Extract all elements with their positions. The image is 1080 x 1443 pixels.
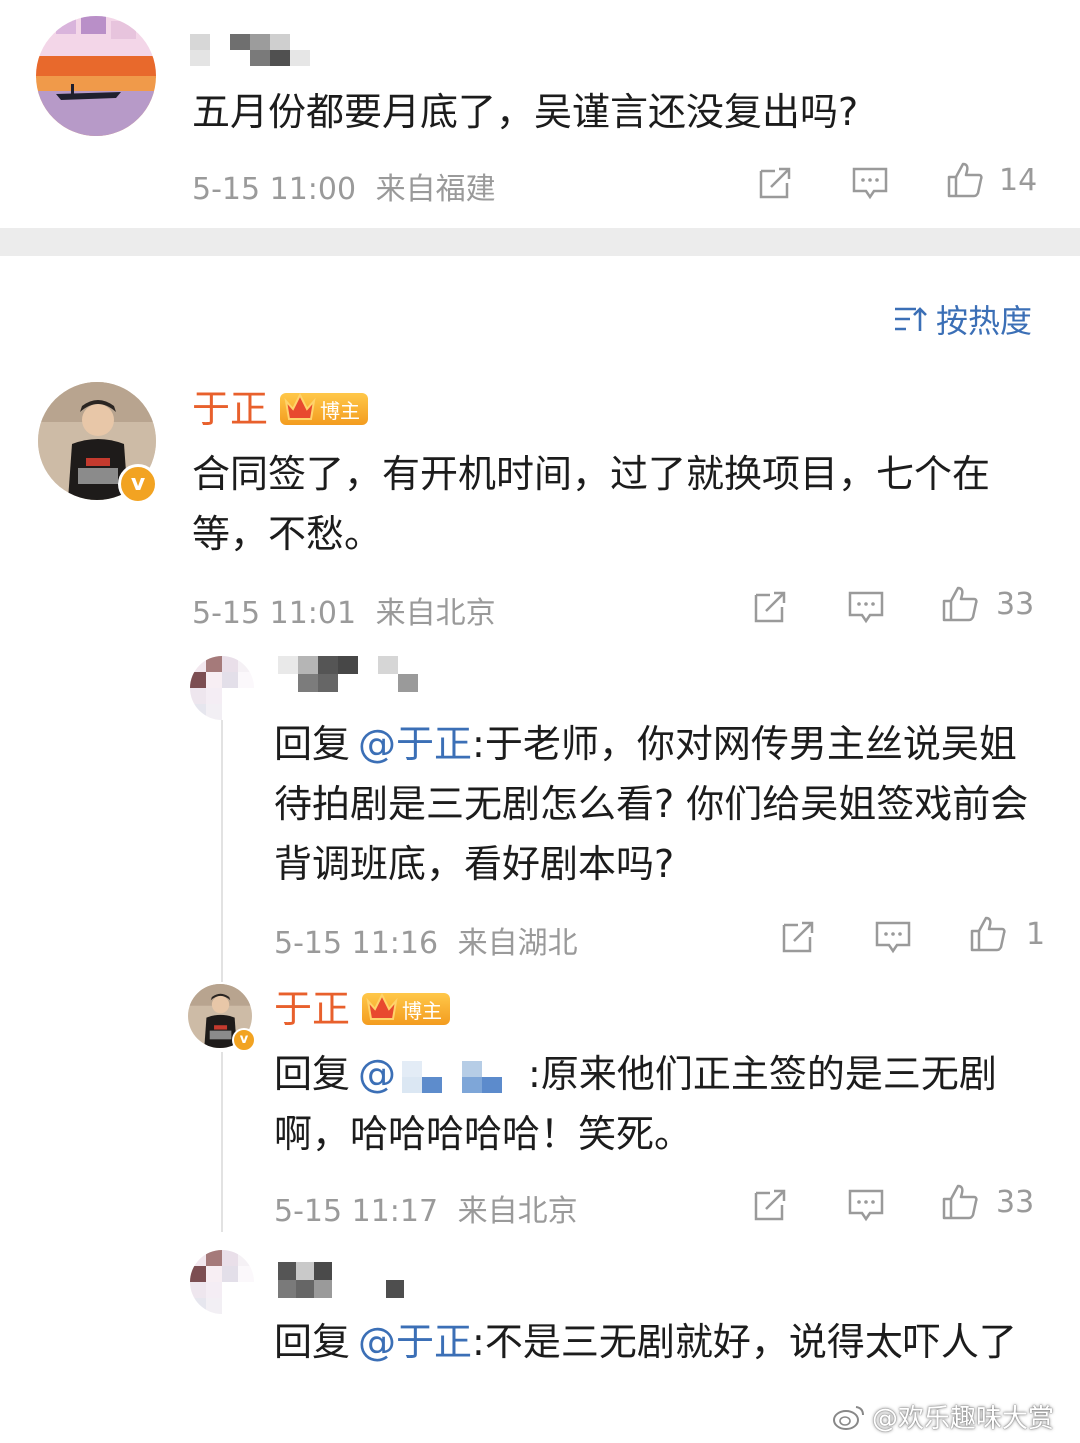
reply-button[interactable]	[850, 163, 890, 207]
comment-location: 来自福建	[375, 172, 496, 207]
sort-icon	[895, 307, 927, 331]
reply-button[interactable]	[846, 1185, 886, 1229]
like-button[interactable]: 14	[945, 160, 1037, 200]
reply-text: 回复 @于正:不是三无剧就好，说得太吓人了	[274, 1312, 1034, 1372]
sunset-avatar-image	[36, 16, 156, 136]
avatar[interactable]	[36, 16, 156, 136]
share-icon	[754, 1189, 786, 1221]
section-divider	[0, 228, 1080, 256]
blogger-badge: 博主	[280, 392, 369, 425]
blogger-badge-label: 博主	[320, 398, 361, 423]
reply-meta: 5-15 11:17 来自北京	[274, 1186, 578, 1230]
watermark-text: @欢乐趣味大赏	[872, 1404, 1055, 1434]
crown-icon	[366, 992, 398, 1020]
like-button[interactable]: 1	[968, 914, 1045, 954]
comment-location: 来自北京	[375, 596, 496, 631]
comment-icon	[848, 591, 884, 624]
reply-avatar[interactable]	[190, 656, 254, 720]
sort-label: 按热度	[936, 302, 1033, 340]
comment-icon	[848, 1189, 884, 1222]
mention-mosaic	[402, 1060, 523, 1093]
comment-text: 合同签了，有开机时间，过了就换项目，七个在等，不愁。	[192, 452, 991, 556]
reply-location: 来自北京	[457, 1194, 578, 1229]
blogger-badge: 博主	[362, 992, 451, 1025]
thread-line	[221, 1052, 223, 1232]
verified-badge: v	[232, 1028, 256, 1052]
author-name[interactable]: 于正	[192, 386, 268, 432]
username-mosaic	[278, 1262, 404, 1298]
comment-meta: 5-15 11:01 来自北京	[192, 588, 496, 632]
comment-time: 5-15 11:00	[192, 172, 357, 207]
reply-text: 回复 @于正:于老师，你对网传男主丝说吴姐待拍剧是三无剧怎么看? 你们给吴姐签戏前…	[274, 714, 1044, 894]
comment-text: 五月份都要月底了，吴谨言还没复出吗?	[192, 90, 859, 134]
reply-location: 来自湖北	[457, 926, 578, 961]
weibo-logo-icon	[833, 1405, 864, 1430]
author-row: 于正 博主	[274, 986, 451, 1032]
avatar-mosaic	[190, 656, 254, 720]
reply-time: 5-15 11:17	[274, 1194, 439, 1229]
like-button[interactable]: 33	[940, 584, 1034, 624]
like-count: 1	[1026, 916, 1046, 952]
avatar-mosaic	[190, 1250, 254, 1314]
comment-meta: 5-15 11:00 来自福建	[192, 164, 496, 208]
share-icon	[782, 921, 814, 953]
reply-prefix: 回复	[274, 722, 351, 766]
comment-icon	[875, 921, 911, 954]
reply-prefix: 回复	[274, 1052, 351, 1096]
thumbs-up-icon	[947, 162, 983, 198]
mention-link[interactable]: @	[358, 1052, 396, 1096]
like-button[interactable]: 33	[940, 1182, 1034, 1222]
author-name[interactable]: 于正	[274, 986, 350, 1032]
sort-by-hot-button[interactable]: 按热度	[892, 296, 1032, 342]
thumbs-up-icon	[942, 586, 978, 622]
thumbs-up-icon	[942, 1184, 978, 1220]
share-icon	[754, 591, 786, 623]
thread-line	[221, 712, 223, 982]
mention-link[interactable]: @于正	[358, 1320, 472, 1364]
like-count: 33	[996, 586, 1035, 622]
share-button[interactable]	[750, 1185, 790, 1229]
mention-link[interactable]: @于正	[358, 722, 472, 766]
share-button[interactable]	[778, 917, 818, 961]
reply-button[interactable]	[873, 917, 913, 961]
reply-text: 回复 @ :原来他们正主签的是三无剧啊，哈哈哈哈哈！笑死。	[274, 1044, 1044, 1164]
reply-button[interactable]	[846, 587, 886, 631]
username-mosaic	[278, 656, 418, 692]
author-row: 于正 博主	[192, 386, 369, 432]
reply-body: :不是三无剧就好，说得太吓人了	[472, 1320, 1017, 1364]
reply-prefix: 回复	[274, 1320, 351, 1364]
like-count: 33	[996, 1184, 1035, 1220]
thumbs-up-icon	[970, 916, 1006, 952]
verified-badge: v	[118, 464, 158, 504]
comment-icon	[852, 167, 888, 200]
like-count: 14	[999, 162, 1038, 198]
share-icon	[759, 167, 791, 199]
username-mosaic	[190, 34, 310, 66]
share-button[interactable]	[750, 587, 790, 631]
share-button[interactable]	[755, 163, 795, 207]
watermark: @欢乐趣味大赏	[832, 1398, 1054, 1435]
reply-avatar[interactable]	[190, 1250, 254, 1314]
reply-meta: 5-15 11:16 来自湖北	[274, 918, 578, 962]
crown-icon	[284, 392, 316, 420]
blogger-badge-label: 博主	[402, 998, 443, 1023]
comment-time: 5-15 11:01	[192, 596, 357, 631]
reply-time: 5-15 11:16	[274, 926, 439, 961]
